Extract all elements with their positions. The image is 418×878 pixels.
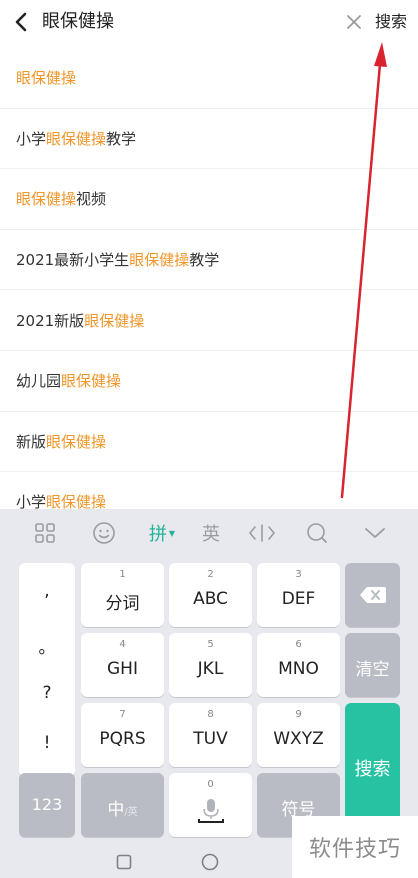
punct-question[interactable]: ?	[19, 683, 75, 703]
search-query-text[interactable]: 眼保健操	[42, 9, 114, 35]
suggestion-item[interactable]: 眼保健操 视频	[0, 169, 418, 230]
key-label: 分词	[105, 594, 140, 614]
suggestion-suffix: 教学	[106, 129, 137, 148]
recent-apps-icon[interactable]	[116, 854, 132, 870]
key-label: GHI	[107, 659, 138, 679]
english-label: 英	[202, 524, 220, 545]
back-arrow-icon[interactable]	[10, 10, 32, 34]
key-5[interactable]: 5 JKL	[169, 633, 252, 697]
microphone-icon[interactable]	[195, 793, 227, 825]
search-button[interactable]: 搜索	[375, 9, 407, 35]
suggestion-highlight: 眼保健操	[46, 129, 107, 148]
key-number: 9	[295, 709, 302, 720]
suggestion-prefix: 2021最新小学生	[16, 251, 130, 270]
punct-comma[interactable]: ,	[19, 581, 75, 601]
watermark: 软件技巧	[292, 816, 418, 878]
key-label: MNO	[278, 659, 319, 679]
key-3[interactable]: 3 DEF	[257, 563, 340, 627]
chevron-down-icon[interactable]	[360, 519, 390, 547]
search-icon[interactable]	[302, 519, 332, 547]
dropdown-triangle-icon: ▼	[168, 528, 176, 538]
key-9[interactable]: 9 WXYZ	[257, 703, 340, 767]
key-1[interactable]: 1 分词	[81, 563, 164, 627]
key-4[interactable]: 4 GHI	[81, 633, 164, 697]
keyboard-toolbar: 拼 ▼ 英	[0, 509, 418, 557]
suggestion-item[interactable]: 眼保健操	[0, 48, 418, 109]
suggestion-list: 眼保健操 小学 眼保健操 教学 眼保健操 视频 2021最新小学生 眼保健操 教学 202…	[0, 48, 418, 533]
english-mode-button[interactable]: 英	[196, 519, 226, 547]
search-key-label: 搜索	[354, 759, 391, 780]
home-icon[interactable]	[201, 853, 219, 871]
clear-icon[interactable]	[344, 12, 364, 32]
suggestion-item[interactable]: 2021新版 眼保健操	[0, 290, 418, 351]
grid-icon[interactable]	[30, 519, 60, 547]
punct-period[interactable]: 。	[19, 633, 75, 658]
suggestion-suffix: 视频	[76, 190, 107, 209]
clear-key-label: 清空	[355, 660, 390, 680]
pinyin-label: 拼	[148, 524, 167, 545]
key-label: WXYZ	[273, 729, 324, 749]
key-number: 4	[119, 639, 126, 650]
numeric-mode-label: 123	[31, 795, 63, 814]
search-header: 眼保健操 搜索	[0, 0, 418, 46]
suggestion-prefix: 2021新版	[16, 311, 85, 330]
suggestion-highlight: 眼保健操	[129, 251, 190, 270]
key-number: 5	[207, 639, 214, 650]
backspace-icon	[360, 587, 386, 603]
suggestion-highlight: 眼保健操	[61, 372, 122, 391]
punct-exclamation[interactable]: !	[19, 733, 75, 753]
suggestion-suffix: 教学	[189, 251, 220, 270]
suggestion-item[interactable]: 幼儿园 眼保健操	[0, 351, 418, 412]
suggestion-prefix: 小学	[16, 129, 47, 148]
language-sub-label: /英	[124, 807, 138, 818]
emoji-icon[interactable]	[89, 519, 119, 547]
suggestion-item[interactable]: 2021最新小学生 眼保健操 教学	[0, 230, 418, 291]
suggestion-prefix: 新版	[16, 432, 47, 451]
suggestion-item[interactable]: 小学 眼保健操 教学	[0, 109, 418, 170]
numeric-mode-key[interactable]: 123	[19, 773, 75, 837]
key-6[interactable]: 6 MNO	[257, 633, 340, 697]
key-number: 6	[295, 639, 302, 650]
punctuation-column[interactable]: , 。 ? !	[19, 563, 75, 777]
language-label: 中	[107, 800, 125, 820]
watermark-text: 软件技巧	[308, 837, 401, 862]
cursor-move-icon[interactable]	[245, 519, 279, 547]
suggestion-highlight: 眼保健操	[16, 190, 77, 209]
key-2[interactable]: 2 ABC	[169, 563, 252, 627]
key-number: 8	[207, 709, 214, 720]
clear-key[interactable]: 清空	[345, 633, 400, 697]
suggestion-item[interactable]: 新版 眼保健操	[0, 412, 418, 473]
key-number: 1	[119, 569, 126, 580]
language-switch-key[interactable]: 中/英	[81, 773, 164, 837]
key-number: 0	[207, 779, 214, 790]
key-label: JKL	[197, 659, 224, 679]
suggestion-prefix: 幼儿园	[16, 372, 62, 391]
suggestion-highlight: 眼保健操	[16, 69, 77, 88]
space-key[interactable]: 0	[169, 773, 252, 837]
key-label: DEF	[281, 589, 316, 609]
backspace-button[interactable]	[345, 563, 400, 627]
key-label: ABC	[193, 589, 228, 609]
suggestion-highlight: 眼保健操	[46, 432, 107, 451]
key-number: 2	[207, 569, 214, 580]
pinyin-mode-button[interactable]: 拼 ▼	[142, 519, 182, 547]
key-7[interactable]: 7 PQRS	[81, 703, 164, 767]
key-label: PQRS	[99, 729, 146, 749]
key-8[interactable]: 8 TUV	[169, 703, 252, 767]
key-number: 7	[119, 709, 126, 720]
suggestion-highlight: 眼保健操	[84, 311, 145, 330]
key-label: TUV	[193, 729, 228, 749]
key-number: 3	[295, 569, 302, 580]
